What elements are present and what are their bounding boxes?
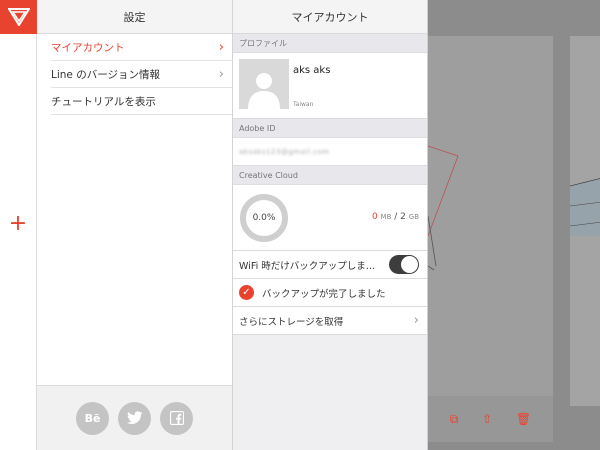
- chevron-right-icon: ›: [218, 39, 224, 55]
- adobe-id-row: aksaks123@gmail.com: [233, 138, 427, 166]
- social-bar: Bē: [37, 385, 232, 450]
- chevron-right-icon: ›: [413, 313, 419, 328]
- backup-status-row: ✓ バックアップが完了しました: [233, 279, 427, 307]
- profile-name: aks aks: [293, 65, 331, 76]
- twitter-icon[interactable]: [118, 401, 151, 435]
- chevron-right-icon: ›: [218, 66, 224, 82]
- menu-item-label: Line のバージョン情報: [51, 68, 161, 81]
- sketch-drawing-next: [569, 178, 600, 266]
- logo-triangle-icon: [7, 8, 30, 26]
- card-toolbar: ⧉ ⇧ 🗑: [428, 396, 553, 442]
- creative-cloud-section-label: Creative Cloud: [233, 166, 427, 185]
- facebook-f-icon: [169, 411, 184, 425]
- user-silhouette-icon: [248, 73, 280, 109]
- document-card-next[interactable]: [569, 36, 600, 406]
- get-more-storage-row[interactable]: さらにストレージを取得 ›: [233, 307, 427, 335]
- duplicate-icon[interactable]: ⧉: [450, 412, 459, 427]
- adobe-id-section-label: Adobe ID: [233, 119, 427, 138]
- adobe-id-value: aksaks123@gmail.com: [239, 147, 330, 156]
- wifi-backup-toggle[interactable]: [389, 255, 419, 274]
- more-storage-label: さらにストレージを取得: [239, 316, 344, 328]
- settings-panel: 設定 マイアカウント › Line のバージョン情報 › チュートリアルを表示 …: [37, 0, 233, 450]
- behance-icon[interactable]: Bē: [76, 401, 109, 435]
- facebook-icon[interactable]: [160, 401, 193, 435]
- storage-text: 0 MB / 2 GB: [372, 212, 419, 222]
- avatar: [239, 59, 289, 109]
- profile-section-label: プロファイル: [233, 34, 427, 53]
- wifi-backup-row: WiFi 時だけバックアップしま…: [233, 251, 427, 279]
- my-account-panel: マイアカウント プロファイル aks aks Taiwan Adobe ID a…: [233, 0, 428, 450]
- menu-item-my-account[interactable]: マイアカウント ›: [51, 34, 232, 61]
- wifi-backup-label: WiFi 時だけバックアップしま…: [239, 260, 376, 272]
- document-canvas: ⧉ ⇧ 🗑: [428, 0, 600, 450]
- storage-total: 2: [400, 212, 406, 222]
- profile-location: Taiwan: [293, 101, 314, 108]
- account-title: マイアカウント: [233, 0, 427, 34]
- menu-item-version-info[interactable]: Line のバージョン情報 ›: [51, 61, 232, 88]
- storage-used: 0: [371, 212, 378, 222]
- menu-item-show-tutorial[interactable]: チュートリアルを表示: [51, 88, 232, 115]
- app-logo-icon[interactable]: [0, 0, 37, 34]
- settings-title: 設定: [37, 0, 232, 34]
- document-card[interactable]: ⧉ ⇧ 🗑: [428, 36, 553, 442]
- add-icon[interactable]: +: [6, 212, 30, 236]
- twitter-bird-icon: [126, 411, 142, 424]
- trash-icon[interactable]: 🗑: [516, 412, 531, 426]
- app-rail: +: [0, 0, 37, 450]
- toggle-knob: [401, 256, 418, 273]
- behance-label: Bē: [84, 411, 101, 425]
- backup-done-label: バックアップが完了しました: [262, 288, 386, 300]
- menu-item-label: チュートリアルを表示: [51, 95, 156, 108]
- menu-item-label: マイアカウント: [51, 41, 125, 54]
- profile-card[interactable]: aks aks Taiwan: [233, 53, 427, 119]
- storage-used-unit: MB: [380, 213, 392, 221]
- storage-usage: 0.0% 0 MB / 2 GB: [233, 185, 427, 251]
- usage-percent: 0.0%: [252, 213, 276, 223]
- storage-separator: /: [391, 212, 401, 222]
- sketch-drawing: [428, 145, 459, 271]
- storage-total-unit: GB: [408, 213, 419, 221]
- share-icon[interactable]: ⇧: [482, 412, 492, 426]
- checkmark-icon: ✓: [239, 285, 254, 300]
